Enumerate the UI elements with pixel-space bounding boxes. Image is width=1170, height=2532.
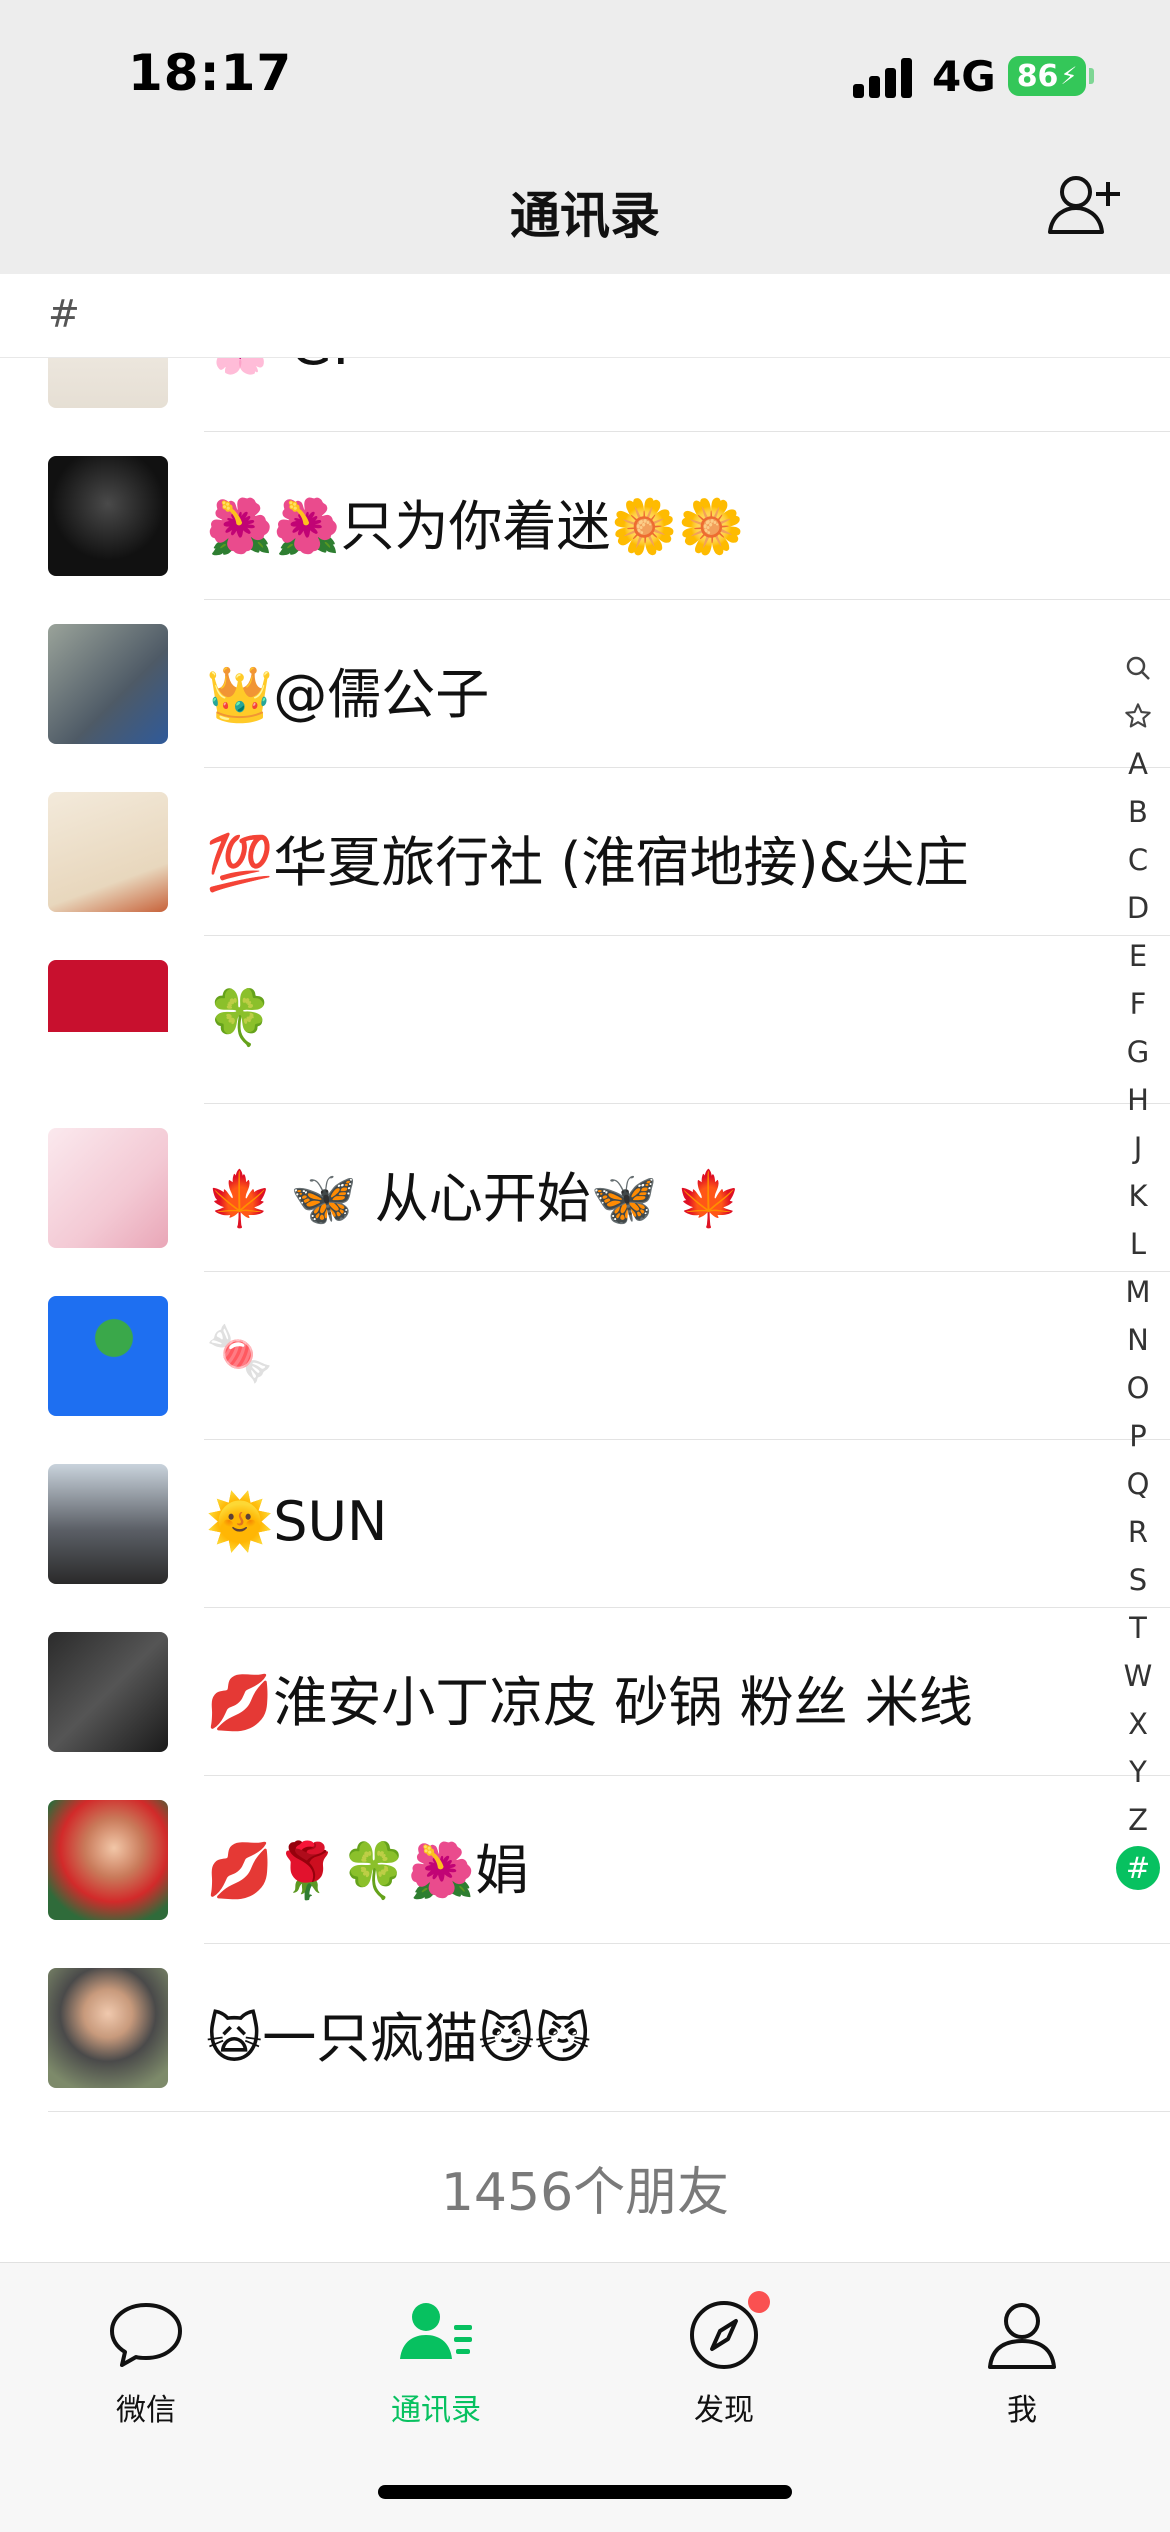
contact-name: 💯华夏旅行社 (淮宿地接)&尖庄: [206, 831, 969, 894]
cellular-signal-icon: [853, 56, 915, 98]
index-letter[interactable]: O: [1114, 1364, 1162, 1412]
section-label: #: [48, 292, 80, 336]
contact-row[interactable]: 🍀: [0, 936, 1170, 1104]
contact-row[interactable]: 💯华夏旅行社 (淮宿地接)&尖庄: [0, 768, 1170, 936]
index-letter[interactable]: R: [1114, 1508, 1162, 1556]
contact-row[interactable]: 🍁 🦋 从心开始🦋 🍁: [0, 1104, 1170, 1272]
contact-name: 💋🌹🍀🌺娟: [206, 1839, 529, 1902]
index-letter[interactable]: G: [1114, 1028, 1162, 1076]
index-letter[interactable]: C: [1114, 836, 1162, 884]
contact-name: 🌞SUN: [206, 1490, 388, 1553]
contact-avatar: [48, 1968, 168, 2088]
friend-count: 1456个朋友: [440, 2163, 730, 2223]
tab-me[interactable]: 我: [932, 2293, 1112, 2429]
battery-icon: 86 ⚡: [1008, 56, 1086, 96]
compass-icon: [682, 2291, 770, 2377]
index-letter[interactable]: Z: [1114, 1796, 1162, 1844]
index-letter[interactable]: K: [1114, 1172, 1162, 1220]
index-letter[interactable]: E: [1114, 932, 1162, 980]
index-letter[interactable]: W: [1114, 1652, 1162, 1700]
index-letter[interactable]: F: [1114, 980, 1162, 1028]
index-letter[interactable]: Y: [1114, 1748, 1162, 1796]
index-letter-active[interactable]: #: [1116, 1846, 1160, 1890]
tab-discover[interactable]: 发现: [634, 2291, 814, 2429]
contact-name: 💋淮安小丁凉皮 砂锅 粉丝 米线: [206, 1671, 973, 1734]
page-title: 通讯录: [510, 187, 660, 245]
index-letter[interactable]: M: [1114, 1268, 1162, 1316]
contact-row[interactable]: 🙀一只疯猫😼😼: [0, 1944, 1170, 2112]
tab-chats[interactable]: 微信: [56, 2293, 236, 2429]
row-divider: [48, 2111, 1170, 2112]
contact-name: 🙀一只疯猫😼😼: [206, 2007, 591, 2070]
top-bar: 18:17 4G 86 ⚡ 通讯录: [0, 0, 1170, 274]
add-friend-button[interactable]: [1046, 170, 1124, 242]
home-indicator[interactable]: [378, 2485, 792, 2499]
contact-avatar: [48, 960, 168, 1080]
index-letter[interactable]: A: [1114, 740, 1162, 788]
contact-avatar: [48, 792, 168, 912]
contact-avatar: [48, 1464, 168, 1584]
index-letter[interactable]: N: [1114, 1316, 1162, 1364]
contact-name: 🍀: [206, 986, 274, 1049]
contacts-icon: [394, 2293, 478, 2377]
tab-label: 微信: [116, 2393, 176, 2428]
contact-name: 🌺🌺只为你着迷🌼🌼: [206, 495, 745, 558]
section-header: #: [0, 274, 1170, 358]
index-letter[interactable]: T: [1114, 1604, 1162, 1652]
tab-bar: 微信 通讯录 发现 我: [0, 2262, 1170, 2532]
index-letter[interactable]: S: [1114, 1556, 1162, 1604]
contact-row[interactable]: 🌞SUN: [0, 1440, 1170, 1608]
status-bar: 18:17 4G 86 ⚡: [0, 0, 1170, 150]
contact-row[interactable]: 👑@儒公子: [0, 600, 1170, 768]
battery-level: 86: [1016, 58, 1059, 94]
chat-bubble-icon: [104, 2293, 188, 2377]
index-letter[interactable]: X: [1114, 1700, 1162, 1748]
tab-label: 通讯录: [391, 2393, 481, 2428]
network-type: 4G: [932, 52, 996, 101]
notification-badge: [748, 2291, 770, 2313]
index-letter[interactable]: B: [1114, 788, 1162, 836]
index-letter[interactable]: P: [1114, 1412, 1162, 1460]
index-letter[interactable]: D: [1114, 884, 1162, 932]
contact-avatar: [48, 1296, 168, 1416]
index-search-icon[interactable]: [1114, 644, 1162, 692]
contact-row[interactable]: 💋淮安小丁凉皮 砂锅 粉丝 米线: [0, 1608, 1170, 1776]
contact-row[interactable]: 🍬: [0, 1272, 1170, 1440]
index-letter[interactable]: L: [1114, 1220, 1162, 1268]
tab-contacts[interactable]: 通讯录: [346, 2293, 526, 2429]
tab-label: 我: [1007, 2393, 1037, 2428]
index-star-icon[interactable]: [1114, 692, 1162, 740]
contact-row[interactable]: 🌺🌺只为你着迷🌼🌼: [0, 432, 1170, 600]
contact-avatar: [48, 456, 168, 576]
index-letter[interactable]: J: [1114, 1124, 1162, 1172]
contact-name: 🍁 🦋 从心开始🦋 🍁: [206, 1167, 743, 1230]
contact-avatar: [48, 624, 168, 744]
contact-avatar: [48, 1800, 168, 1920]
contact-avatar: [48, 1128, 168, 1248]
index-bar[interactable]: A B C D E F G H J K L M N O P Q R S T W …: [1114, 644, 1162, 1892]
status-time: 18:17: [128, 44, 293, 102]
contact-row[interactable]: 💋🌹🍀🌺娟: [0, 1776, 1170, 1944]
person-icon: [980, 2293, 1064, 2377]
add-friend-icon: [1048, 176, 1120, 234]
contact-avatar: [48, 1632, 168, 1752]
index-letter[interactable]: Q: [1114, 1460, 1162, 1508]
tab-label: 发现: [694, 2393, 754, 2428]
contact-name: 🍬: [206, 1322, 274, 1385]
index-letter[interactable]: H: [1114, 1076, 1162, 1124]
contact-name: 👑@儒公子: [206, 663, 490, 726]
battery-tip: [1089, 68, 1094, 84]
